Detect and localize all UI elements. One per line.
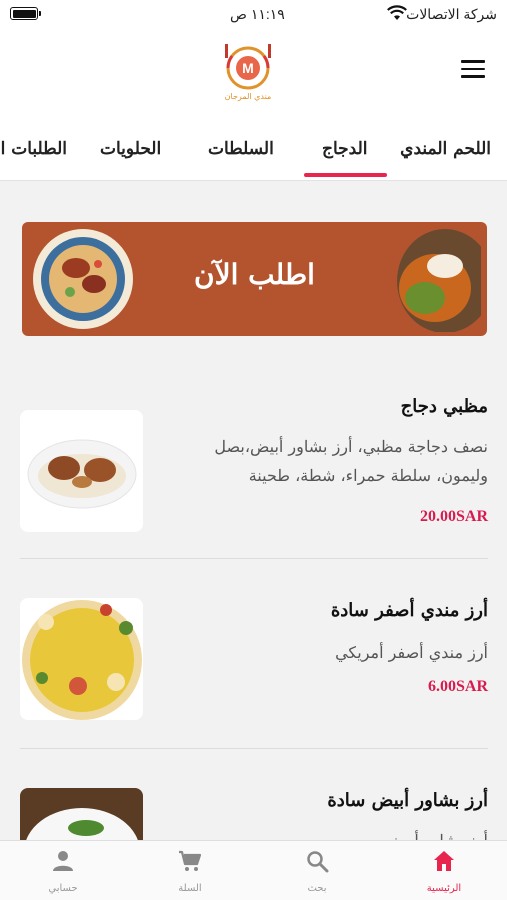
item-title: مظبي دجاج (400, 396, 488, 417)
menu-item[interactable]: أرز مندي أصفر سادة أرز مندي أصفر أمريكي … (20, 580, 488, 730)
nav-account-label: حسابي (48, 883, 78, 894)
clock: ١١:١٩ ص (230, 6, 285, 22)
menu-item[interactable]: أرز بشاور أبيض سادة أرز بشاور أبيض (20, 770, 488, 840)
tab-orders[interactable]: الطلبات ا (1, 139, 67, 159)
menu-item[interactable]: مظبي دجاج نصف دجاجة مظبي، أرز بشاور أبيض… (20, 392, 488, 542)
nav-cart-label: السلة (178, 883, 202, 894)
item-image (20, 598, 143, 720)
divider (20, 748, 488, 749)
divider (20, 558, 488, 559)
logo-text: مندي المرجان (224, 92, 272, 101)
app-header: M مندي المرجان (0, 30, 507, 115)
search-icon (307, 851, 329, 873)
order-now-banner[interactable]: اطلب الآن (22, 222, 487, 336)
item-image (20, 410, 143, 532)
item-title: أرز بشاور أبيض سادة (327, 790, 488, 811)
nav-search[interactable]: بحث (254, 841, 380, 900)
nav-cart[interactable]: السلة (127, 841, 253, 900)
category-tabs: اللحم المندي الدجاج السلطات الحلويات الط… (0, 115, 507, 181)
status-bar: شركة الاتصالات ١١:١٩ ص (0, 0, 507, 30)
tab-salads[interactable]: السلطات (208, 139, 274, 159)
item-description: نصف دجاجة مظبي، أرز بشاور أبيض،بصل وليمو… (214, 437, 488, 485)
logo: M (225, 44, 271, 90)
battery-icon (10, 7, 41, 20)
user-icon (53, 851, 73, 871)
carrier-name: شركة الاتصالات (406, 6, 497, 22)
item-title: أرز مندي أصفر سادة (330, 600, 488, 621)
tab-desserts[interactable]: الحلويات (100, 139, 161, 159)
item-description: أرز بشاور أبيض (188, 826, 488, 840)
cart-icon (179, 850, 202, 871)
item-description: أرز مندي أصفر أمريكي (335, 643, 488, 662)
bottom-navigation: الرئيسية بحث السلة حسابي (0, 840, 507, 900)
nav-search-label: بحث (307, 883, 327, 894)
active-tab-indicator (304, 173, 387, 177)
hamburger-menu-icon[interactable] (461, 60, 485, 78)
nav-account[interactable]: حسابي (0, 841, 126, 900)
item-image (20, 788, 143, 840)
item-price: 6.00SAR (427, 678, 488, 695)
tab-chicken[interactable]: الدجاج (322, 139, 368, 159)
home-icon (434, 851, 454, 871)
tab-lamb-mandi[interactable]: اللحم المندي (400, 139, 491, 159)
wifi-icon (387, 5, 407, 24)
nav-home-label: الرئيسية (426, 883, 462, 894)
item-price: 20.00SAR (419, 508, 488, 525)
nav-home[interactable]: الرئيسية (381, 841, 507, 900)
logo-letter: M (242, 60, 254, 76)
dessert-plate-image (397, 229, 481, 332)
